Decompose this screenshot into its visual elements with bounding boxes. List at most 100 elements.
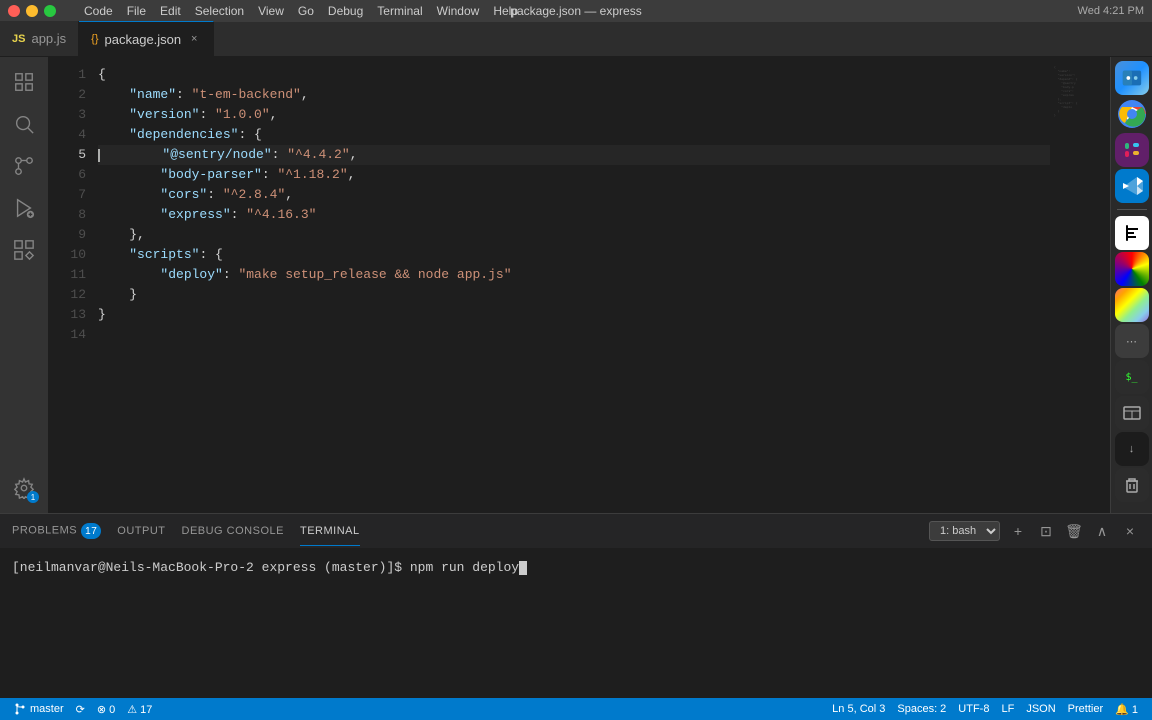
- activity-icon-settings[interactable]: 1: [7, 471, 41, 505]
- terminal-select[interactable]: 1: bash: [929, 521, 1000, 541]
- status-errors[interactable]: ⊗ 0: [91, 698, 121, 720]
- dock-downloads[interactable]: ↓: [1115, 432, 1149, 466]
- status-line-ending[interactable]: LF: [995, 698, 1020, 720]
- panel-tab-debug-console[interactable]: DEBUG CONSOLE: [182, 517, 284, 545]
- activity-icon-source-control[interactable]: [7, 149, 41, 183]
- menu-file[interactable]: File: [121, 2, 152, 20]
- code-content[interactable]: 1 2 3 4 5 6 7 8 9 10 11 12 13 14: [48, 57, 1110, 513]
- line-ending-text: LF: [1001, 703, 1014, 715]
- close-button[interactable]: [8, 5, 20, 17]
- menu-debug[interactable]: Debug: [322, 2, 369, 20]
- code-line-11: "deploy": "make setup_release && node ap…: [98, 265, 1050, 285]
- code-line-1: {: [98, 65, 1050, 85]
- code-token: "^4.16.3": [246, 205, 316, 225]
- code-token: [98, 85, 129, 105]
- status-encoding[interactable]: UTF-8: [952, 698, 995, 720]
- spaces-text: Spaces: 2: [897, 703, 946, 715]
- code-line-13: }: [98, 305, 1050, 325]
- tab-package-json[interactable]: {} package.json ×: [79, 21, 214, 56]
- panel-tab-bar: PROBLEMS17 OUTPUT DEBUG CONSOLE TERMINAL…: [0, 514, 1152, 549]
- status-language[interactable]: JSON: [1020, 698, 1061, 720]
- panel-tab-problems[interactable]: PROBLEMS17: [12, 515, 101, 547]
- activity-icon-extensions[interactable]: [7, 233, 41, 267]
- code-token: :: [231, 205, 247, 225]
- menu-window[interactable]: Window: [431, 2, 486, 20]
- dock-slack[interactable]: [1115, 133, 1149, 167]
- panel-maximize[interactable]: ∧: [1092, 521, 1112, 541]
- line-num-9: 9: [64, 225, 86, 245]
- panel-close[interactable]: ×: [1120, 521, 1140, 541]
- line-num-4: 4: [64, 125, 86, 145]
- menu-edit[interactable]: Edit: [154, 2, 187, 20]
- panel-split-terminal[interactable]: ⊡: [1036, 521, 1056, 541]
- warnings-text: ⚠ 17: [127, 703, 152, 716]
- status-bar: master ⟳ ⊗ 0 ⚠ 17 Ln 5, Col 3 Spaces: 2 …: [0, 698, 1152, 720]
- code-token: :: [272, 145, 288, 165]
- activity-icon-debug[interactable]: [7, 191, 41, 225]
- line-num-12: 12: [64, 285, 86, 305]
- code-token: {: [215, 245, 223, 265]
- prettier-text: Prettier: [1068, 703, 1103, 715]
- code-line-12: }: [98, 285, 1050, 305]
- code-editor-main: 1 2 3 4 5 6 7 8 9 10 11 12 13 14: [48, 57, 1110, 513]
- dock-trash[interactable]: [1115, 468, 1149, 502]
- menu-terminal[interactable]: Terminal: [371, 2, 428, 20]
- minimap-content: { "name": "version": "depend": { "@sentr…: [1054, 65, 1106, 117]
- dock-separator: [1117, 209, 1147, 210]
- panel-controls: 1: bash + ⊡ 🗑 ∧ ×: [929, 521, 1140, 541]
- line-num-3: 3: [64, 105, 86, 125]
- tab-close-package-json[interactable]: ×: [187, 32, 201, 46]
- menu-code[interactable]: Code: [78, 2, 119, 20]
- status-prettier[interactable]: Prettier: [1062, 698, 1109, 720]
- activity-icon-explorer[interactable]: [7, 65, 41, 99]
- tab-app-js[interactable]: JS app.js: [0, 21, 79, 56]
- panel-area: PROBLEMS17 OUTPUT DEBUG CONSOLE TERMINAL…: [0, 513, 1152, 698]
- menu-selection[interactable]: Selection: [189, 2, 250, 20]
- panel-delete-terminal[interactable]: 🗑: [1064, 521, 1084, 541]
- status-sync[interactable]: ⟳: [70, 698, 91, 720]
- dock-photos[interactable]: [1115, 252, 1149, 286]
- code-editor[interactable]: 1 2 3 4 5 6 7 8 9 10 11 12 13 14: [48, 57, 1110, 513]
- terminal-content[interactable]: [neilmanvar@Neils-MacBook-Pro-2 express …: [0, 549, 1152, 698]
- activity-icon-search[interactable]: [7, 107, 41, 141]
- panel-tab-output[interactable]: OUTPUT: [117, 517, 165, 545]
- code-line-4: "dependencies": {: [98, 125, 1050, 145]
- code-token: "deploy": [160, 265, 222, 285]
- dock-terminal-app[interactable]: $_: [1115, 360, 1149, 394]
- title-bar-left: Code File Edit Selection View Go Debug T…: [8, 2, 524, 20]
- dock-colorpicker[interactable]: [1115, 288, 1149, 322]
- maximize-button[interactable]: [44, 5, 56, 17]
- code-token: :: [176, 85, 192, 105]
- code-token: :: [238, 125, 254, 145]
- code-token: [98, 265, 160, 285]
- notifications-text: 🔔 1: [1115, 703, 1138, 716]
- line-num-1: 1: [64, 65, 86, 85]
- panel-add-terminal[interactable]: +: [1008, 521, 1028, 541]
- line-num-10: 10: [64, 245, 86, 265]
- minimize-button[interactable]: [26, 5, 38, 17]
- status-right: Ln 5, Col 3 Spaces: 2 UTF-8 LF JSON Pret…: [826, 698, 1144, 720]
- code-token: ,: [270, 105, 278, 125]
- code-token: :: [262, 165, 278, 185]
- status-warnings[interactable]: ⚠ 17: [121, 698, 158, 720]
- menu-go[interactable]: Go: [292, 2, 320, 20]
- status-position[interactable]: Ln 5, Col 3: [826, 698, 891, 720]
- dock-finder[interactable]: [1115, 61, 1149, 95]
- status-branch[interactable]: master: [8, 698, 70, 720]
- menu-view[interactable]: View: [252, 2, 290, 20]
- dock-vscode[interactable]: [1115, 169, 1149, 203]
- panel-tab-terminal[interactable]: TERMINAL: [300, 517, 360, 546]
- code-token: :: [223, 265, 239, 285]
- dock-file-manager[interactable]: [1115, 396, 1149, 430]
- code-token: ,: [285, 185, 293, 205]
- status-spaces[interactable]: Spaces: 2: [891, 698, 952, 720]
- right-dock: ⋯ $_ ↓: [1110, 57, 1152, 513]
- dock-notion[interactable]: [1115, 216, 1149, 250]
- dock-chrome[interactable]: [1115, 97, 1149, 131]
- code-token: "t-em-backend": [192, 85, 301, 105]
- code-token: "^4.4.2": [287, 145, 349, 165]
- line-num-14: 14: [64, 325, 86, 345]
- dock-items[interactable]: ⋯: [1115, 324, 1149, 358]
- terminal-cursor: [519, 561, 527, 575]
- status-notifications[interactable]: 🔔 1: [1109, 698, 1144, 720]
